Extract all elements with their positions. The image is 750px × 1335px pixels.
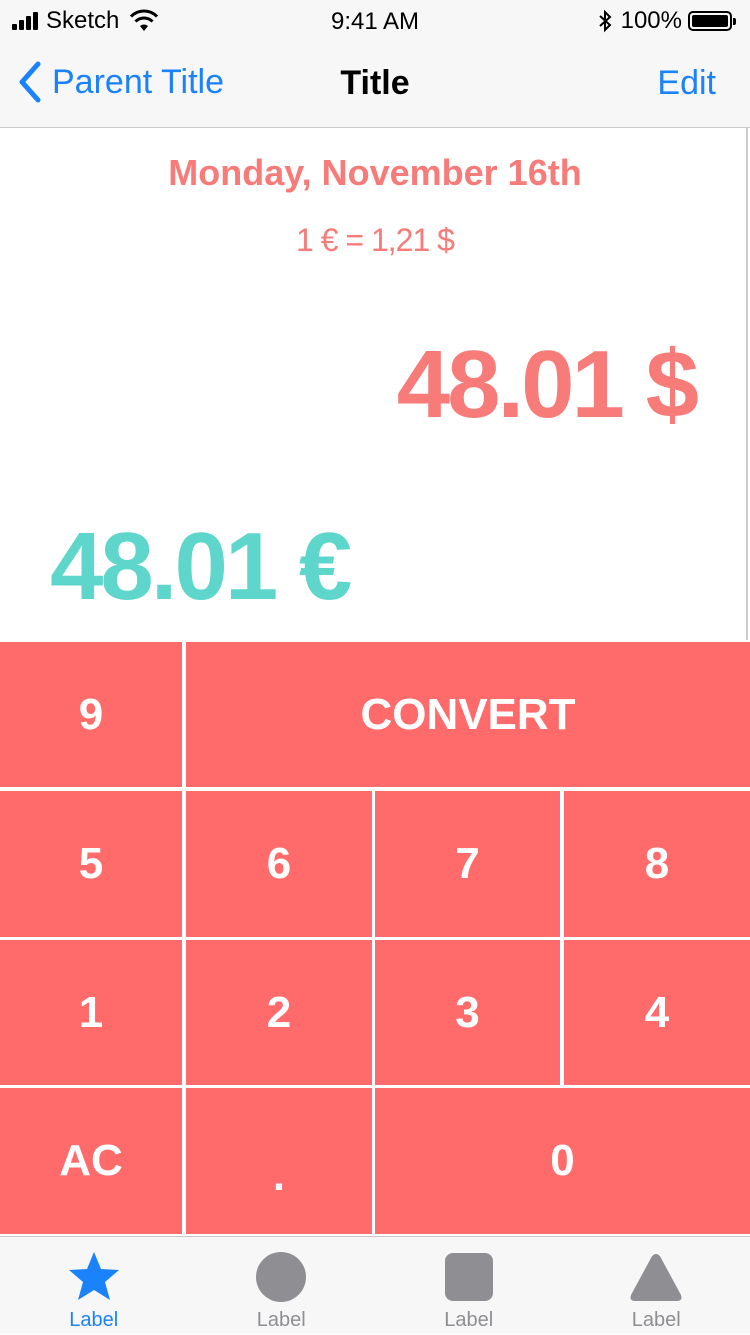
exchange-rate: 1 € = 1,21 $ xyxy=(0,222,750,259)
key-1[interactable]: 1 xyxy=(0,940,182,1085)
battery-icon xyxy=(688,11,732,31)
key-2[interactable]: 2 xyxy=(186,940,372,1085)
bluetooth-icon xyxy=(597,9,613,33)
tab-item-label: Label xyxy=(563,1309,750,1332)
status-bar: Sketch 9:41 AM 100% xyxy=(0,0,750,40)
decimal-button[interactable]: . xyxy=(186,1088,372,1234)
euro-amount: 48.01 € xyxy=(50,512,349,622)
key-5[interactable]: 5 xyxy=(0,791,182,937)
key-6[interactable]: 6 xyxy=(186,791,372,937)
square-icon xyxy=(441,1249,497,1305)
triangle-icon xyxy=(628,1249,684,1305)
tab-bar: Label Label Label Label xyxy=(0,1236,750,1334)
key-4[interactable]: 4 xyxy=(564,940,750,1085)
key-7[interactable]: 7 xyxy=(375,791,560,937)
nav-title: Title xyxy=(0,64,750,103)
clear-button[interactable]: AC xyxy=(0,1088,182,1234)
date-label: Monday, November 16th xyxy=(0,152,750,194)
tab-item-label: Label xyxy=(375,1309,563,1332)
navigation-bar: Parent Title Title Edit xyxy=(0,40,750,128)
convert-button[interactable]: CONVERT xyxy=(186,642,750,787)
key-9[interactable]: 9 xyxy=(0,642,182,787)
battery-percentage: 100% xyxy=(621,7,682,35)
key-3[interactable]: 3 xyxy=(375,940,560,1085)
scroll-indicator xyxy=(746,128,748,640)
key-0[interactable]: 0 xyxy=(375,1088,750,1234)
tab-item-1[interactable]: Label xyxy=(0,1237,188,1335)
tab-item-label: Label xyxy=(188,1309,376,1332)
tab-item-2[interactable]: Label xyxy=(188,1237,376,1335)
tab-item-4[interactable]: Label xyxy=(563,1237,750,1335)
status-right: 100% xyxy=(597,8,732,34)
tab-item-3[interactable]: Label xyxy=(375,1237,563,1335)
tab-item-label: Label xyxy=(0,1309,188,1332)
star-icon xyxy=(66,1249,122,1305)
edit-button[interactable]: Edit xyxy=(657,64,716,103)
dollar-amount: 48.01 $ xyxy=(397,330,696,440)
keypad: 9 CONVERT 5 6 7 8 1 2 3 4 AC . 0 xyxy=(0,642,750,1236)
key-8[interactable]: 8 xyxy=(564,791,750,937)
circle-icon xyxy=(253,1249,309,1305)
